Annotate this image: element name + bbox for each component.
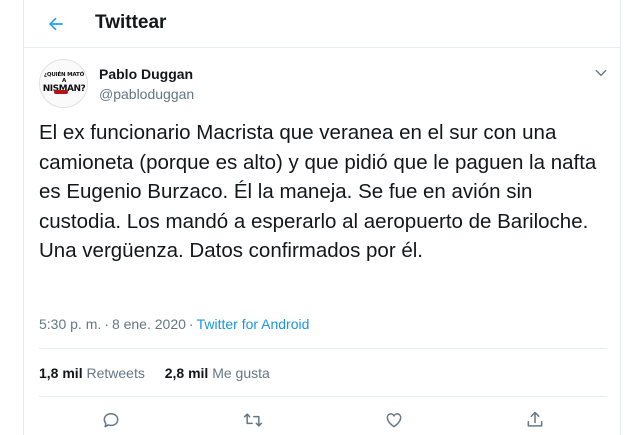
- divider: [39, 348, 607, 349]
- more-options-button[interactable]: [592, 64, 610, 82]
- tweet-source-link[interactable]: Twitter for Android: [197, 316, 310, 332]
- tweet-actions: [24, 408, 620, 435]
- retweet-button[interactable]: [240, 410, 266, 435]
- tweet-date[interactable]: 8 ene. 2020: [112, 316, 186, 332]
- avatar[interactable]: ¿QUIÉN MATÓ A NISMAN?: [39, 59, 88, 108]
- page-title: Twittear: [95, 12, 167, 33]
- header-bar: Twittear: [24, 0, 620, 48]
- retweets-stat[interactable]: 1,8 mil Retweets: [39, 365, 145, 381]
- share-button[interactable]: [522, 410, 548, 435]
- divider: [39, 396, 607, 397]
- avatar-blood-mark: [54, 90, 68, 94]
- tweet-meta: 5:30 p. m. · 8 ene. 2020 · Twitter for Andro…: [39, 316, 309, 332]
- author-name[interactable]: Pablo Duggan: [99, 66, 193, 82]
- arrow-left-icon: [49, 17, 63, 31]
- tweet-time[interactable]: 5:30 p. m.: [39, 316, 101, 332]
- tweet-stats: 1,8 mil Retweets 2,8 mil Me gusta: [39, 365, 286, 381]
- likes-count: 2,8 mil: [164, 365, 209, 381]
- tweet-detail-panel: Twittear ¿QUIÉN MATÓ A NISMAN? Pablo Dug…: [23, 0, 621, 435]
- reply-button[interactable]: [98, 410, 124, 435]
- like-icon: [386, 413, 402, 428]
- likes-stat[interactable]: 2,8 mil Me gusta: [165, 365, 270, 381]
- meta-separator: ·: [104, 316, 109, 332]
- like-button[interactable]: [381, 410, 407, 435]
- chevron-down-icon: [595, 69, 607, 77]
- back-button[interactable]: [42, 10, 70, 38]
- retweet-icon: [243, 413, 263, 427]
- retweets-count: 1,8 mil: [39, 365, 83, 381]
- retweets-label: Retweets: [86, 365, 145, 381]
- share-icon: [527, 411, 543, 427]
- tweet-text: El ex funcionario Macrista que veranea e…: [39, 121, 597, 262]
- likes-label: Me gusta: [212, 365, 270, 381]
- avatar-logo-line1: ¿QUIÉN MATÓ A: [43, 72, 85, 84]
- reply-icon: [103, 413, 119, 428]
- author-handle[interactable]: @pabloduggan: [99, 86, 194, 102]
- meta-separator: ·: [188, 316, 194, 332]
